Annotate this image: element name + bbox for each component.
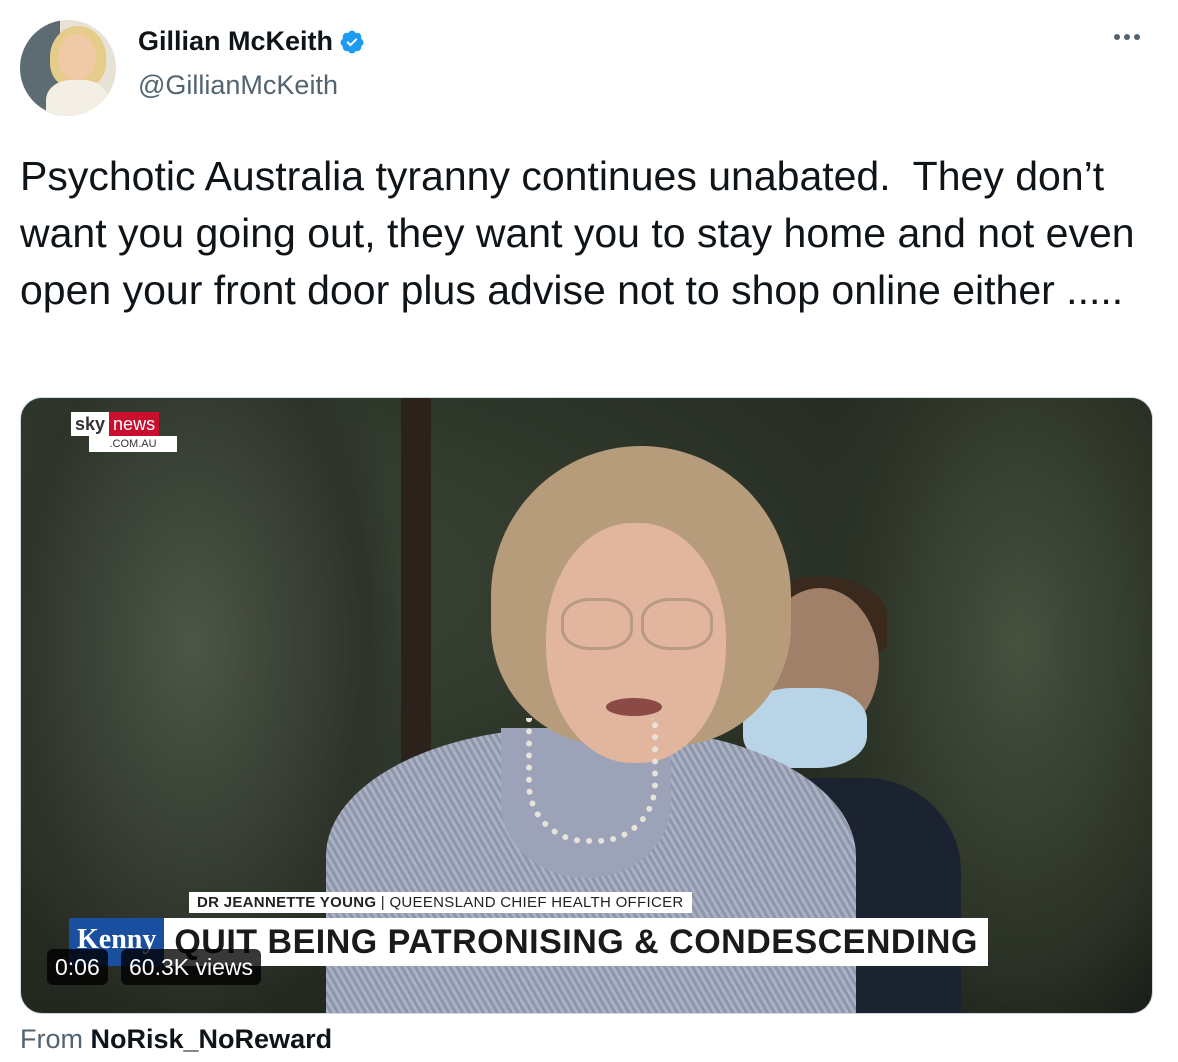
speaker-mouth	[606, 698, 662, 716]
more-dot	[1134, 34, 1140, 40]
avatar[interactable]	[20, 20, 116, 116]
tweet-text: Psychotic Australia tyranny continues un…	[20, 153, 1158, 313]
video-player[interactable]: sky news .COM.AU DR JEANNETTE YOUNG | QU…	[20, 397, 1153, 1014]
verified-badge-icon	[340, 30, 364, 53]
caption-title: | QUEENSLAND CHIEF HEALTH OFFICER	[380, 894, 684, 911]
logo-sky: sky	[71, 412, 110, 436]
speaker-glasses	[641, 598, 713, 650]
media-source: From NoRisk_NoReward	[20, 1024, 332, 1055]
video-views: 60.3K views	[121, 949, 262, 985]
more-options-icon[interactable]	[1114, 34, 1140, 40]
author-handle[interactable]: @GillianMcKeith	[138, 70, 338, 101]
logo-news: news	[109, 412, 160, 436]
video-duration: 0:06	[47, 949, 108, 985]
display-name[interactable]: Gillian McKeith	[138, 26, 333, 57]
logo-domain: .COM.AU	[89, 436, 177, 452]
caption-strap: DR JEANNETTE YOUNG | QUEENSLAND CHIEF HE…	[189, 892, 692, 913]
author-name-row[interactable]: Gillian McKeith	[138, 26, 365, 57]
more-dot	[1114, 34, 1120, 40]
more-dot	[1124, 34, 1130, 40]
speaker-necklace	[526, 718, 658, 844]
source-prefix: From	[20, 1024, 83, 1054]
speaker-glasses	[561, 598, 633, 650]
avatar-face	[58, 34, 96, 80]
name-caption: DR JEANNETTE YOUNG | QUEENSLAND CHIEF HE…	[189, 892, 692, 913]
source-name[interactable]: NoRisk_NoReward	[91, 1024, 333, 1054]
sky-news-logo: sky news .COM.AU	[71, 412, 177, 452]
headline-text: QUIT BEING PATRONISING & CONDESCENDING	[164, 918, 988, 966]
avatar-body	[46, 80, 108, 116]
caption-name: DR JEANNETTE YOUNG	[197, 894, 377, 911]
